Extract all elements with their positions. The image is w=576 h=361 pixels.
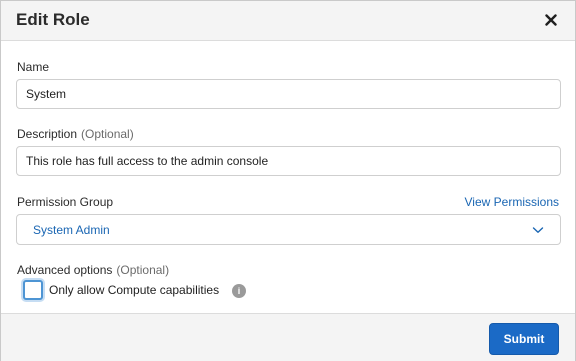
close-button[interactable] [541,10,561,30]
dialog-footer: Submit [1,313,575,361]
advanced-optional-text: (Optional) [116,263,170,277]
name-input-value: System [26,87,67,101]
advanced-options-label: Advanced options (Optional) [17,263,169,277]
edit-role-dialog: Edit Role Name System Description (Option… [0,0,576,361]
name-input[interactable]: System [16,79,561,109]
dialog-header: Edit Role [1,1,575,41]
description-optional-text: (Optional) [81,127,134,141]
description-input[interactable]: This role has full access to the admin c… [16,146,561,176]
compute-only-label[interactable]: Only allow Compute capabilities [49,283,219,297]
close-icon [545,14,557,26]
permission-group-value: System Admin [33,223,110,237]
info-icon[interactable]: i [232,284,246,298]
submit-button[interactable]: Submit [489,323,559,355]
description-input-value: This role has full access to the admin c… [26,154,269,168]
view-permissions-link[interactable]: View Permissions [465,195,559,209]
advanced-options-label-text: Advanced options [17,263,113,277]
description-label-text: Description [17,127,78,141]
dialog-title: Edit Role [16,10,90,29]
description-label: Description (Optional) [17,127,134,141]
name-label: Name [17,60,50,74]
permission-group-label: Permission Group [17,195,114,209]
chevron-down-icon [532,227,544,233]
compute-only-checkbox[interactable] [23,280,43,300]
permission-group-select[interactable]: System Admin [16,214,561,245]
